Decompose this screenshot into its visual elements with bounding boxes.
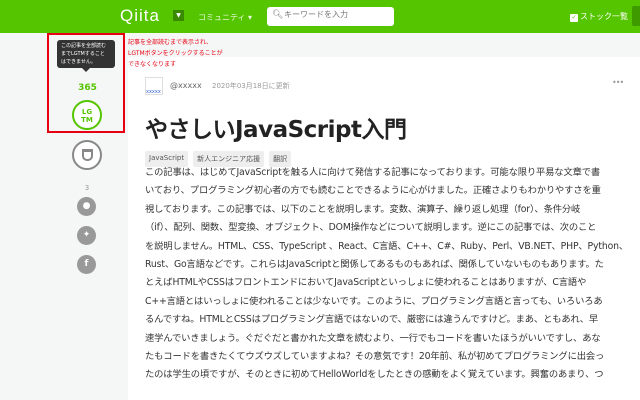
check-icon: ✓ (570, 14, 578, 22)
header: Qiita ▼ コミュニティ ▾ 🔍︎ ✓ストック一覧 (0, 0, 640, 33)
body-line: C++言語とはいっしょに使われることは少ないです。このように、プログラミング言語… (145, 295, 603, 307)
body-line: 速学んでいきましょう。ぐだぐだと書かれた文章を読むより、一行でもコードを書いたほ… (145, 332, 601, 344)
more-menu-icon[interactable]: ••• (612, 78, 624, 87)
body-line: を説明しません。HTML、CSS、TypeScript 、React、C言語、C… (145, 240, 629, 252)
header-post-button[interactable] (632, 6, 640, 26)
community-menu[interactable]: コミュニティ ▾ (198, 12, 252, 23)
tooltip-line: はできません。 (61, 59, 96, 65)
lgtm-label: LG (81, 108, 93, 116)
body-line: とえばHTMLやCSSはフロントエンドにおいてJavaScriptといっしょに使… (145, 277, 587, 289)
body-line: 視しております。この記事では、以下のことを説明します。変数、演算子、繰り返し処理… (145, 203, 581, 215)
facebook-icon: f (84, 259, 89, 269)
annotation-line: できなくなります (128, 61, 177, 68)
article-title: やさしいJavaScript入門 (145, 117, 407, 143)
body-line: たのは学生の頃ですが、そのときに初めてHelloWorldをしたときの感動をよく… (145, 369, 604, 381)
body-line: いており、プログラミング初心者の方でも読むことできるように心がけました。正確さよ… (145, 185, 601, 197)
tooltip-line: までLGTMすること (61, 51, 105, 57)
qiita-logo[interactable]: Qiita (120, 6, 160, 26)
like-count: 365 (78, 83, 97, 93)
logo-dropdown-icon[interactable]: ▼ (173, 10, 184, 21)
lgtm-disabled-tooltip: この記事を全部読む までLGTMすること はできません。 (57, 40, 115, 72)
annotation-note: 記事を全部読むまで表示され、 LGTMボタンをクリックすることが できなくなりま… (128, 37, 223, 70)
search-box[interactable]: 🔍︎ (267, 7, 394, 26)
annotation-line: LGTMボタンをクリックすることが (128, 50, 223, 57)
facebook-share-button[interactable]: f (77, 255, 96, 274)
annotation-line: 記事を全部読むまで表示され、 (128, 39, 213, 46)
twitter-share-button[interactable]: ✦ (77, 226, 96, 245)
body-line: るんですね。HTMLとCSSはプログラミング言語ではないので、厳密には違うんです… (145, 314, 599, 326)
comment-icon: ● (82, 201, 91, 211)
body-line: たもコードを書きたくてウズウズしていますよね？その意気です！20年前、私が初めて… (145, 351, 605, 363)
comment-count: 3 (84, 184, 90, 192)
author-username[interactable]: @xxxxx (170, 81, 202, 90)
avatar[interactable]: xxxxx (145, 77, 163, 95)
stock-button[interactable] (72, 140, 102, 170)
stock-list-label: ストック一覧 (580, 12, 628, 21)
body-line: （if）、配列、関数、型変換、オブジェクト、DOM操作などについて説明します。逆… (145, 222, 597, 234)
stock-icon (82, 149, 93, 161)
lgtm-button[interactable]: LG TM (72, 100, 102, 130)
lgtm-label: TM (81, 116, 93, 124)
article-body: この記事は、はじめてJavaScriptを触る人に向けて発信する記事になっており… (145, 164, 635, 385)
body-line: この記事は、はじめてJavaScriptを触る人に向けて発信する記事になっており… (145, 167, 601, 178)
body-line: Rust、Go言語などです。これらはJavaScriptと関係してあるものもあれ… (145, 259, 604, 271)
updated-date: 2020年03月18日に更新 (212, 82, 290, 90)
comment-button[interactable]: ● (77, 197, 96, 216)
tooltip-line: この記事を全部読む (61, 43, 107, 49)
search-input[interactable] (284, 10, 389, 19)
search-icon: 🔍︎ (272, 10, 284, 20)
stock-list-link[interactable]: ✓ ストック一覧 (570, 11, 628, 22)
twitter-icon: ✦ (82, 230, 91, 240)
